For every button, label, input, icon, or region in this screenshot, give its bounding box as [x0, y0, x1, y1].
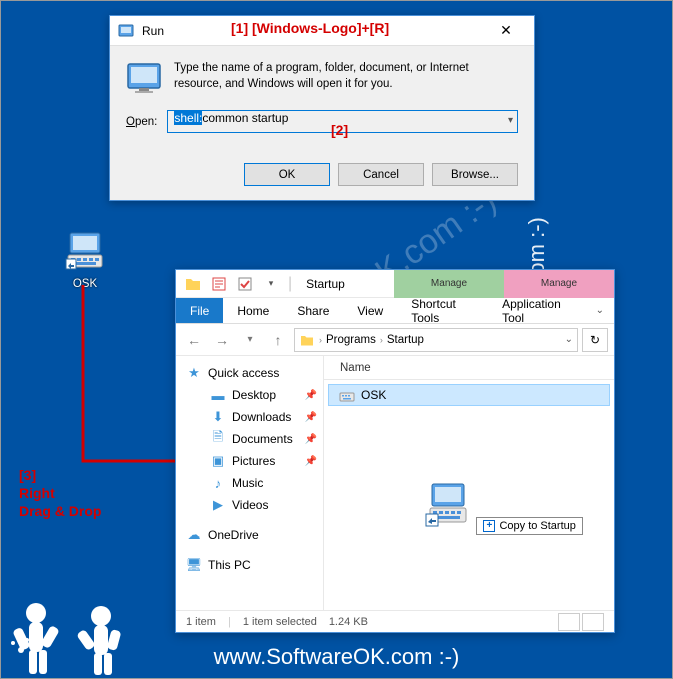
sidebar-pictures[interactable]: ▣Pictures📌 [176, 450, 323, 472]
sidebar-onedrive[interactable]: ☁OneDrive [176, 524, 323, 546]
run-program-icon [126, 60, 162, 96]
run-icon [118, 23, 134, 39]
drag-osk-icon [424, 480, 472, 528]
refresh-button[interactable]: ↻ [582, 328, 608, 352]
music-icon: ♪ [210, 475, 226, 491]
silhouette-figures [1, 578, 181, 678]
separator: | [228, 616, 231, 628]
close-button[interactable]: ✕ [486, 17, 526, 45]
pin-icon: 📌 [305, 412, 317, 423]
checkbox-icon[interactable] [234, 273, 256, 295]
forward-button[interactable]: → [210, 328, 234, 352]
folder-icon[interactable] [182, 273, 204, 295]
desktop-icon: ▬ [210, 387, 226, 403]
ribbon-view[interactable]: View [343, 298, 397, 323]
browse-button[interactable]: Browse... [432, 163, 518, 186]
cancel-button[interactable]: Cancel [338, 163, 424, 186]
breadcrumb-dropdown[interactable]: ⌄ [565, 334, 573, 345]
run-dialog: Run ✕ Type the name of a program, folder… [109, 15, 535, 201]
explorer-window: ▾ | Startup Manage Manage File Home Shar… [175, 269, 615, 633]
sidebar-downloads[interactable]: ⬇Downloads📌 [176, 406, 323, 428]
breadcrumb[interactable]: › Programs › Startup ⌄ [294, 328, 578, 352]
ribbon-file[interactable]: File [176, 298, 223, 323]
drop-tooltip: + Copy to Startup [476, 517, 582, 535]
onedrive-icon: ☁ [186, 527, 202, 543]
breadcrumb-programs[interactable]: Programs [326, 334, 376, 346]
file-list[interactable]: OSK + Copy to Startup [324, 380, 614, 610]
ribbon-expand-icon[interactable]: ⌄ [586, 298, 614, 323]
watermark-bottom: www.SoftwareOK.com :-) [214, 644, 460, 670]
open-label: Open: [126, 116, 157, 128]
ribbon: File Home Share View Shortcut Tools Appl… [176, 298, 614, 324]
plus-icon: + [483, 520, 495, 532]
view-details-button[interactable] [558, 613, 580, 631]
ok-button[interactable]: OK [244, 163, 330, 186]
downloads-icon: ⬇ [210, 409, 226, 425]
ribbon-home[interactable]: Home [223, 298, 283, 323]
status-size: 1.24 KB [329, 616, 368, 628]
file-item-label: OSK [361, 388, 386, 402]
status-bar: 1 item | 1 item selected 1.24 KB [176, 610, 614, 633]
osk-icon [64, 229, 106, 271]
qat-dropdown-icon[interactable]: ▾ [260, 273, 282, 295]
pictures-icon: ▣ [210, 453, 226, 469]
status-selected: 1 item selected [243, 616, 317, 628]
documents-icon: 🗎 [210, 431, 226, 447]
sidebar-documents[interactable]: 🗎Documents📌 [176, 428, 323, 450]
content-pane: Name OSK + Cop [324, 356, 614, 610]
nav-pane: ★Quick access ▬Desktop📌 ⬇Downloads📌 🗎Doc… [176, 356, 324, 610]
breadcrumb-folder-icon [299, 332, 315, 348]
desktop-icon-label: OSK [57, 278, 113, 290]
context-tab-shortcut[interactable]: Manage [394, 270, 504, 298]
history-dropdown[interactable]: ▾ [238, 328, 262, 352]
file-item-osk[interactable]: OSK [328, 384, 610, 406]
dropdown-icon[interactable]: ▾ [508, 115, 513, 126]
back-button[interactable]: ← [182, 328, 206, 352]
annotation-3a: [3] [19, 467, 36, 483]
sidebar-desktop[interactable]: ▬Desktop📌 [176, 384, 323, 406]
sidebar-videos[interactable]: ▶Videos [176, 494, 323, 516]
status-count: 1 item [186, 616, 216, 628]
desktop-shortcut-osk[interactable]: OSK [57, 229, 113, 290]
sidebar-quick-access[interactable]: ★Quick access [176, 362, 323, 384]
videos-icon: ▶ [210, 497, 226, 513]
explorer-titlebar[interactable]: ▾ | Startup Manage Manage [176, 270, 614, 298]
context-tab-app[interactable]: Manage [504, 270, 614, 298]
annotation-3b: Right [19, 485, 55, 501]
sidebar-this-pc[interactable]: 🖥This PC [176, 554, 323, 576]
breadcrumb-startup[interactable]: Startup [387, 334, 424, 346]
pc-icon: 🖥 [186, 557, 202, 573]
run-description: Type the name of a program, folder, docu… [174, 60, 518, 96]
ribbon-app-tools[interactable]: Application Tool [488, 298, 586, 323]
ribbon-shortcut-tools[interactable]: Shortcut Tools [397, 298, 488, 323]
window-title: Startup [306, 277, 394, 291]
ribbon-share[interactable]: Share [283, 298, 343, 323]
pin-icon: 📌 [305, 434, 317, 445]
annotation-2: [2] [331, 122, 348, 138]
drag-cursor: + Copy to Startup [424, 480, 583, 535]
shortcut-icon [339, 387, 355, 403]
annotation-3c: Drag & Drop [19, 503, 101, 519]
nav-bar: ← → ▾ ↑ › Programs › Startup ⌄ ↻ [176, 324, 614, 356]
view-icons-button[interactable] [582, 613, 604, 631]
separator: | [288, 275, 292, 293]
sidebar-music[interactable]: ♪Music [176, 472, 323, 494]
properties-icon[interactable] [208, 273, 230, 295]
column-header-name[interactable]: Name [324, 356, 614, 380]
up-button[interactable]: ↑ [266, 328, 290, 352]
pin-icon: 📌 [305, 390, 317, 401]
annotation-1: [1] [Windows-Logo]+[R] [231, 20, 389, 36]
star-icon: ★ [186, 365, 202, 381]
pin-icon: 📌 [305, 456, 317, 467]
